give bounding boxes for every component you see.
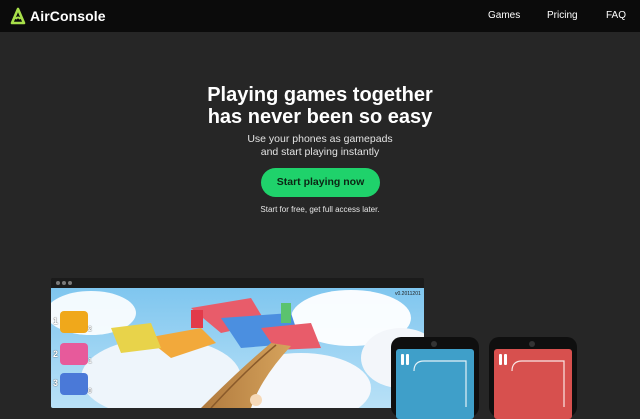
game-scene-image <box>51 288 424 408</box>
hero-title-line-1: Playing games together <box>207 84 433 106</box>
phone-controller-blue <box>391 337 479 419</box>
player-score: 1 <box>88 358 92 365</box>
hero-subtitle-line-2: and start playing instantly <box>260 145 380 158</box>
pause-icon[interactable] <box>498 354 508 366</box>
window-title-bar <box>51 278 424 288</box>
phone-camera <box>431 341 437 347</box>
hero-subtitle: Use your phones as gamepads and start pl… <box>0 133 640 158</box>
game-preview-window: v0.2011201 1 2 2 1 3 0 <box>51 278 424 408</box>
player-avatar <box>60 343 88 365</box>
top-navigation-bar: AirConsole Games Pricing FAQ <box>0 0 640 32</box>
phone-camera <box>529 341 535 347</box>
player-avatar <box>60 373 88 395</box>
airconsole-logo-icon[interactable] <box>9 7 27 25</box>
player-rank: 1 <box>53 316 59 326</box>
controller-screen[interactable] <box>494 349 572 419</box>
nav-link-games[interactable]: Games <box>488 10 520 21</box>
controller-screen[interactable] <box>396 349 474 419</box>
nav-link-faq[interactable]: FAQ <box>606 10 626 21</box>
window-dot <box>56 281 60 285</box>
window-dot <box>62 281 66 285</box>
hero-title-line-2: has never been so easy <box>207 106 433 128</box>
player-rank: 3 <box>53 378 59 388</box>
brand-name[interactable]: AirConsole <box>30 8 106 24</box>
game-version-label: v0.2011201 <box>395 291 421 297</box>
pause-icon[interactable] <box>400 354 410 366</box>
player-rank: 2 <box>53 349 59 359</box>
nav-link-pricing[interactable]: Pricing <box>547 10 578 21</box>
player-score: 0 <box>88 388 92 395</box>
start-playing-button[interactable]: Start playing now <box>261 168 380 197</box>
player-score: 2 <box>88 326 92 333</box>
free-access-note: Start for free, get full access later. <box>260 205 380 214</box>
player-avatar <box>60 311 88 333</box>
hero-title: Playing games together has never been so… <box>0 84 640 128</box>
phone-controller-red <box>489 337 577 419</box>
hero-subtitle-line-1: Use your phones as gamepads <box>247 133 393 145</box>
window-dot <box>68 281 72 285</box>
